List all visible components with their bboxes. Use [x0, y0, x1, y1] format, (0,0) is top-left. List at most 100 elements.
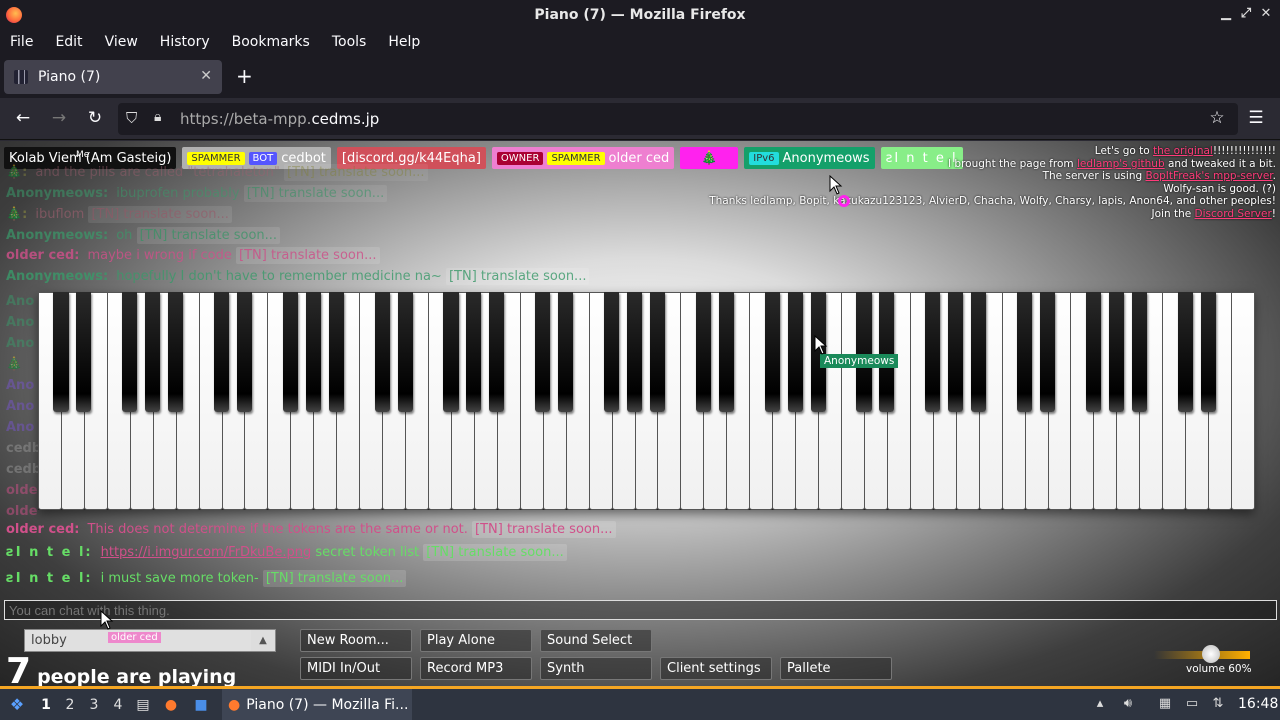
black-key[interactable] [856, 292, 872, 412]
piano-keyboard[interactable] [38, 292, 1255, 510]
black-key[interactable] [1200, 292, 1216, 412]
black-key[interactable] [53, 292, 69, 412]
black-key[interactable] [604, 292, 620, 412]
volume-knob[interactable] [1202, 645, 1220, 663]
black-key[interactable] [282, 292, 298, 412]
play-alone-button[interactable]: Play Alone [420, 629, 532, 652]
player-older-ced[interactable]: OWNER SPAMMER older ced [491, 147, 675, 169]
black-key[interactable] [1177, 292, 1193, 412]
lock-icon[interactable]: 🔒︎ [154, 109, 161, 125]
menu-history[interactable]: History [160, 34, 210, 50]
black-key[interactable] [397, 292, 413, 412]
workspace-2[interactable]: 2 [58, 697, 82, 713]
client-settings-button[interactable]: Client settings [660, 657, 772, 680]
menu-file[interactable]: File [10, 34, 33, 50]
chat-author: 🎄: [6, 207, 28, 222]
black-key[interactable] [443, 292, 459, 412]
server-link[interactable]: BopItFreak's mpp-server [1145, 170, 1272, 182]
chat-author: ꙅI n t e l: [6, 571, 93, 586]
close-window-icon[interactable]: ✕ [1258, 6, 1274, 21]
black-key[interactable] [213, 292, 230, 412]
chat-text: and the pills are called "tetrahaleton" [35, 165, 280, 180]
back-icon[interactable]: ← [12, 108, 34, 128]
chevron-up-icon[interactable]: ▲ [251, 630, 275, 651]
black-key[interactable] [558, 292, 574, 412]
menu-tools[interactable]: Tools [332, 34, 367, 50]
chat-input[interactable] [4, 600, 1277, 620]
sound-select-button[interactable]: Sound Select [540, 629, 652, 652]
workspace-1[interactable]: 1 [34, 697, 58, 713]
maximize-icon[interactable]: ⤢ [1238, 6, 1254, 21]
black-key[interactable] [764, 292, 780, 412]
midi-button[interactable]: MIDI In/Out [300, 657, 412, 680]
close-tab-icon[interactable]: ✕ [200, 68, 212, 84]
forward-icon[interactable]: → [48, 108, 70, 128]
menu-help[interactable]: Help [388, 34, 420, 50]
black-key[interactable] [1131, 292, 1147, 412]
discord-link[interactable]: Discord Server [1195, 208, 1272, 220]
url-prefix: https://beta-mpp. [180, 110, 312, 128]
black-key[interactable] [236, 292, 253, 412]
black-key[interactable] [328, 292, 344, 412]
firefox-launcher-icon[interactable]: ● [156, 697, 186, 713]
black-key[interactable] [122, 292, 138, 412]
workspace-4[interactable]: 4 [106, 697, 130, 713]
room-name: lobby [31, 633, 67, 648]
black-key[interactable] [168, 292, 184, 412]
network-icon[interactable]: ⇅ [1210, 696, 1226, 712]
record-mp3-button[interactable]: Record MP3 [420, 657, 532, 680]
black-key[interactable] [695, 292, 711, 412]
chat-author: ꙅI n t e l: [6, 545, 93, 560]
white-key[interactable] [1231, 292, 1255, 510]
black-key[interactable] [1085, 292, 1101, 412]
room-owner-tag: older ced [108, 632, 161, 643]
black-key[interactable] [948, 292, 964, 412]
black-key[interactable] [879, 292, 895, 412]
black-key[interactable] [76, 292, 92, 412]
black-key[interactable] [145, 292, 161, 412]
black-key[interactable] [1016, 292, 1033, 412]
tab-piano[interactable]: Piano (7) ✕ [4, 60, 222, 94]
menu-bookmarks[interactable]: Bookmarks [232, 34, 310, 50]
volume-icon[interactable]: 🔊︎ [1120, 696, 1136, 712]
minimize-icon[interactable]: ▁ [1218, 6, 1234, 21]
pallete-button[interactable]: Pallete [780, 657, 892, 680]
menu-edit[interactable]: Edit [55, 34, 82, 50]
black-key[interactable] [925, 292, 941, 412]
url-bar[interactable]: ⛉ 🔒︎ https://beta-mpp. cedms.jp [118, 103, 1238, 135]
clipboard-icon[interactable]: ▦ [1157, 696, 1173, 712]
black-key[interactable] [649, 292, 666, 412]
chat-text: oh [116, 228, 133, 243]
chat-link[interactable]: https://i.imgur.com/FrDkuBe.png [101, 545, 312, 560]
synth-button[interactable]: Synth [540, 657, 652, 680]
file-manager-icon[interactable]: ▤ [130, 697, 156, 713]
new-tab-icon[interactable]: + [236, 64, 253, 88]
terminal-icon[interactable]: ■ [186, 697, 216, 713]
workspace-3[interactable]: 3 [82, 697, 106, 713]
display-icon[interactable]: ▭ [1184, 696, 1200, 712]
black-key[interactable] [971, 292, 987, 412]
start-menu-icon[interactable]: ❖ [0, 695, 34, 714]
piano-favicon-icon [14, 70, 28, 84]
black-key[interactable] [466, 292, 482, 412]
original-link[interactable]: the original [1153, 145, 1213, 157]
black-key[interactable] [787, 292, 803, 412]
new-room-button[interactable]: New Room... [300, 629, 412, 652]
black-key[interactable] [374, 292, 390, 412]
black-key[interactable] [489, 292, 505, 412]
volume-slider[interactable]: volume 60% [1152, 639, 1252, 679]
black-key[interactable] [1108, 292, 1124, 412]
black-key[interactable] [718, 292, 734, 412]
github-link[interactable]: ledlamp's github [1077, 158, 1165, 170]
taskbar-firefox-window[interactable]: ● Piano (7) — Mozilla Fi... [222, 689, 412, 720]
black-key[interactable] [1039, 292, 1056, 412]
black-key[interactable] [305, 292, 321, 412]
shield-icon[interactable]: ⛉ [126, 109, 137, 127]
menu-view[interactable]: View [105, 34, 138, 50]
black-key[interactable] [535, 292, 551, 412]
tray-up-icon[interactable]: ▴ [1092, 696, 1108, 712]
black-key[interactable] [626, 292, 643, 412]
hamburger-menu-icon[interactable]: ☰ [1245, 108, 1267, 128]
reload-icon[interactable]: ↻ [84, 108, 106, 128]
bookmark-star-icon[interactable]: ☆ [1206, 108, 1228, 128]
